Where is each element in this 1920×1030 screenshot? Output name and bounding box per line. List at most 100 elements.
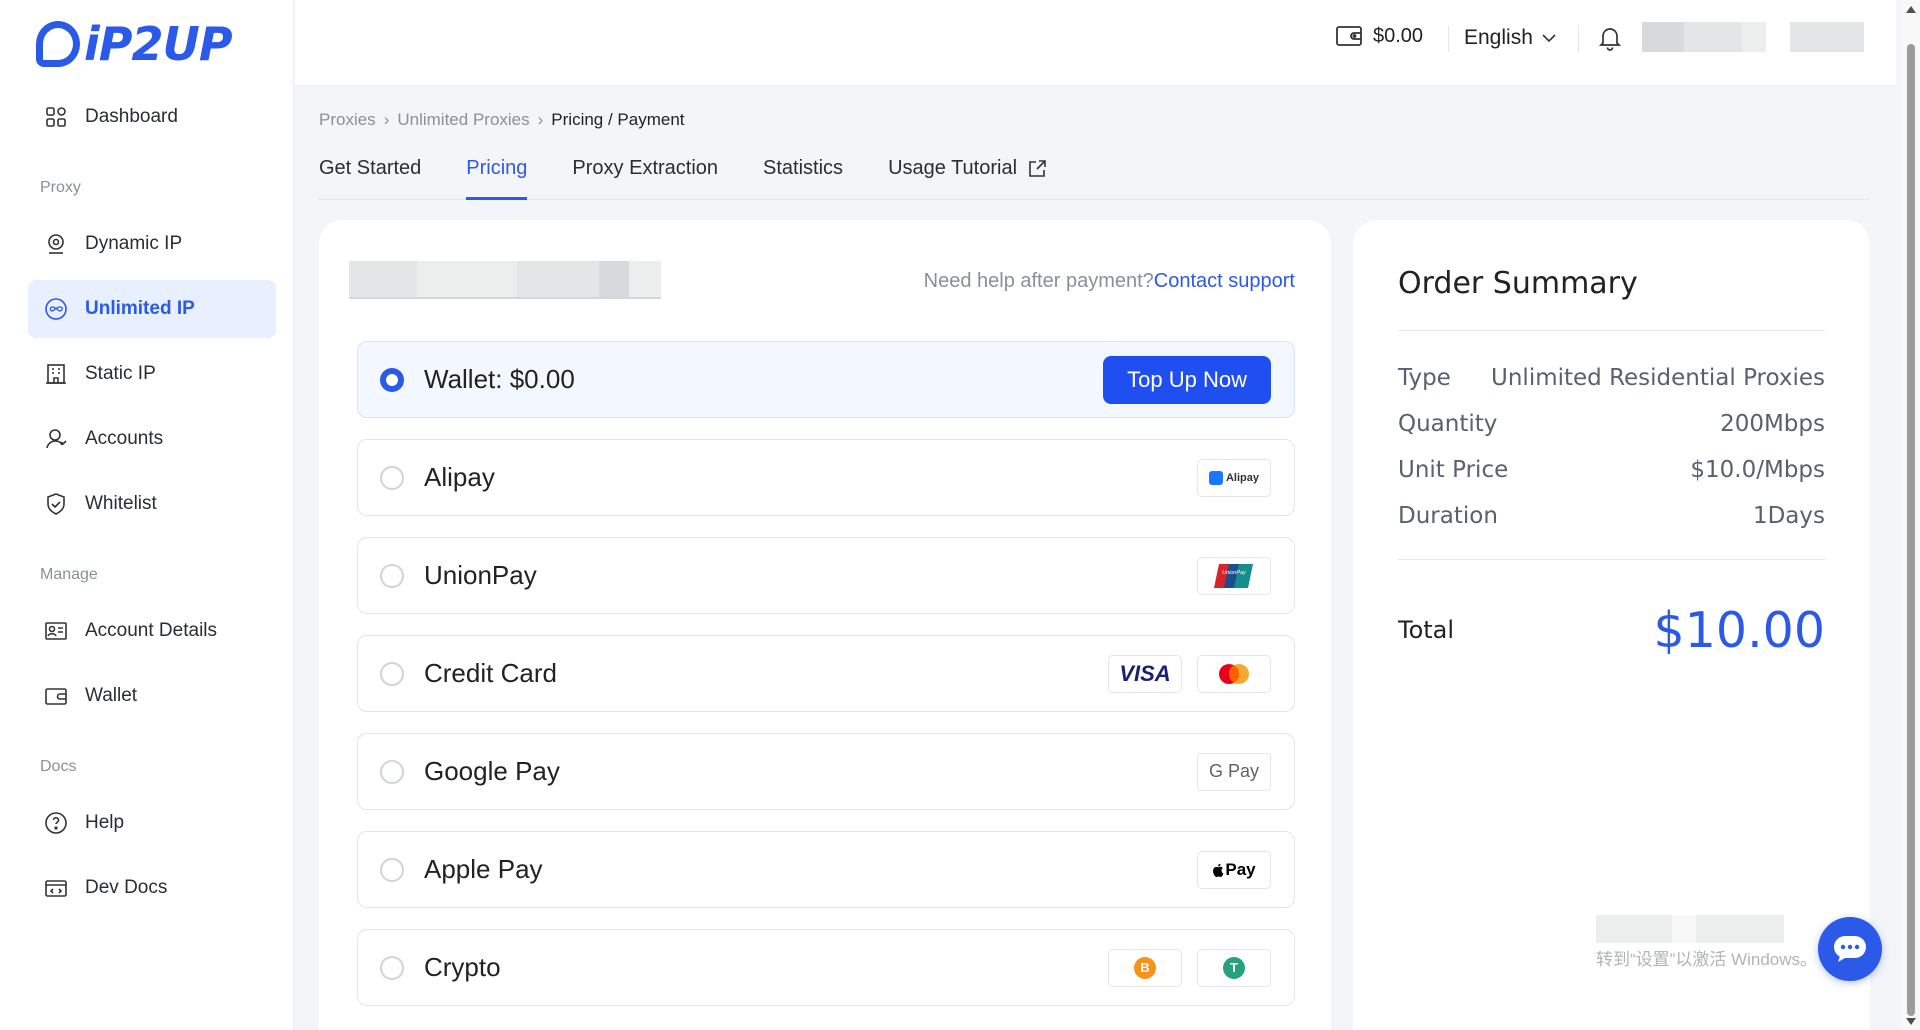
brand-logo[interactable]: iP2UP [36,16,233,72]
sidebar-item-dynamic-ip[interactable]: Dynamic IP [28,215,276,273]
sidebar-section-proxy: Proxy [40,179,81,196]
tab-label: Usage Tutorial [888,157,1018,179]
tab-proxy-extraction[interactable]: Proxy Extraction [572,150,718,200]
payment-option-wallet[interactable]: Wallet: $0.00 Top Up Now [357,341,1295,418]
building-icon [44,362,68,386]
location-pin-icon [44,232,68,256]
breadcrumb-separator-icon: › [383,110,390,129]
unionpay-logo-icon: UnionPay [1197,556,1271,595]
breadcrumb-current: Pricing / Payment [551,110,685,129]
payment-badges: B T [1093,948,1271,987]
badge-text: B [1134,956,1156,979]
payment-card: Need help after payment?Contact support … [319,220,1331,1030]
apple-pay-logo-icon: Pay [1197,850,1271,889]
tab-usage-tutorial[interactable]: Usage Tutorial [888,150,1047,200]
page-scrollbar[interactable] [1902,0,1920,1030]
blur-block [1696,915,1784,943]
code-window-icon [44,876,68,900]
summary-label: Quantity [1398,411,1498,437]
sidebar-item-dashboard[interactable]: Dashboard [28,88,276,146]
bell-icon[interactable] [1597,24,1623,52]
sidebar-item-unlimited-ip[interactable]: Unlimited IP [28,280,276,338]
scroll-up-arrow-icon[interactable] [1906,6,1916,13]
radio-unselected[interactable] [380,661,404,686]
payment-badges: G Pay [1182,752,1271,791]
badge-text: VISA [1119,660,1171,686]
radio-unselected[interactable] [380,857,404,882]
payment-option-unionpay[interactable]: UnionPay UnionPay [357,537,1295,614]
radio-unselected[interactable] [380,759,404,784]
scrollbar-thumb[interactable] [1907,44,1915,1016]
breadcrumb-item[interactable]: Proxies [319,110,376,130]
payment-option-alipay[interactable]: Alipay Alipay [357,439,1295,516]
username-blur [1790,22,1864,52]
sidebar-item-wallet[interactable]: Wallet [28,667,276,725]
chevron-down-icon [1541,33,1557,43]
payment-option-label: Google Pay [424,756,560,786]
payment-option-label: UnionPay [424,560,537,590]
blur-block [1672,915,1696,943]
payment-option-apple-pay[interactable]: Apple Pay Pay [357,831,1295,908]
contact-support-link[interactable]: Contact support [1154,270,1295,292]
shield-check-icon [44,492,68,516]
wallet-icon [44,684,68,708]
chat-bubble-icon [1834,936,1866,962]
sidebar-item-dev-docs[interactable]: Dev Docs [28,859,276,917]
tether-logo-icon: T [1197,948,1271,987]
breadcrumb-separator-icon: › [537,110,544,129]
payment-header-blur [349,261,661,299]
external-link-icon [1027,159,1047,179]
sidebar-item-accounts[interactable]: Accounts [28,410,276,468]
help-text: Need help after payment? [923,270,1154,292]
sidebar-item-help[interactable]: Help [28,794,276,852]
payment-option-label: Credit Card [424,658,557,688]
summary-row-type: Type Unlimited Residential Proxies [1398,365,1825,391]
sidebar-item-label: Dev Docs [85,877,168,898]
top-up-now-button[interactable]: Top Up Now [1103,355,1271,404]
breadcrumb-item[interactable]: Unlimited Proxies [397,110,529,130]
header-divider [1578,26,1579,52]
tab-statistics[interactable]: Statistics [763,150,843,200]
summary-row-quantity: Quantity 200Mbps [1398,411,1825,437]
logo-text: iP2UP [84,17,233,71]
alipay-logo-icon: Alipay [1197,458,1271,497]
payment-option-credit-card[interactable]: Credit Card VISA [357,635,1295,712]
summary-label: Unit Price [1398,457,1509,483]
blur-block [599,261,629,297]
sidebar-item-label: Dynamic IP [85,233,183,254]
tab-get-started[interactable]: Get Started [319,150,421,200]
sidebar-item-label: Dashboard [85,106,178,127]
sidebar-item-label: Wallet [85,685,138,706]
sidebar-item-account-details[interactable]: Account Details [28,602,276,660]
blur-block [349,261,417,297]
bitcoin-logo-icon: B [1108,948,1182,987]
payment-option-crypto[interactable]: Crypto B T [357,929,1295,1006]
chat-support-button[interactable] [1818,917,1882,981]
user-avatar-menu[interactable] [1642,22,1864,52]
badge-text: G Pay [1208,761,1260,781]
blur-block [417,261,517,297]
sidebar-item-static-ip[interactable]: Static IP [28,345,276,403]
summary-label: Type [1398,365,1451,391]
scroll-down-arrow-icon[interactable] [1906,1018,1916,1025]
radio-unselected[interactable] [380,955,404,980]
badge-text: Alipay [1225,471,1259,484]
username-gap [1766,22,1790,52]
radio-unselected[interactable] [380,563,404,588]
wallet-balance: $0.00 [1373,24,1424,47]
tab-pricing[interactable]: Pricing [466,150,528,200]
radio-selected[interactable] [380,367,404,392]
summary-label: Duration [1398,503,1498,529]
apple-icon [1213,863,1224,877]
sidebar-item-whitelist[interactable]: Whitelist [28,475,276,533]
language-select[interactable]: English [1464,26,1557,50]
blur-block [1596,915,1672,943]
payment-badges: Pay [1182,850,1271,889]
payment-badges: VISA [1093,654,1271,693]
header-wallet[interactable]: $0.00 [1335,24,1423,48]
payment-option-label: Apple Pay [424,854,543,884]
radio-unselected[interactable] [380,465,404,490]
summary-value: $10.0/Mbps [1690,457,1825,483]
sidebar-section-docs: Docs [40,758,77,775]
payment-option-google-pay[interactable]: Google Pay G Pay [357,733,1295,810]
